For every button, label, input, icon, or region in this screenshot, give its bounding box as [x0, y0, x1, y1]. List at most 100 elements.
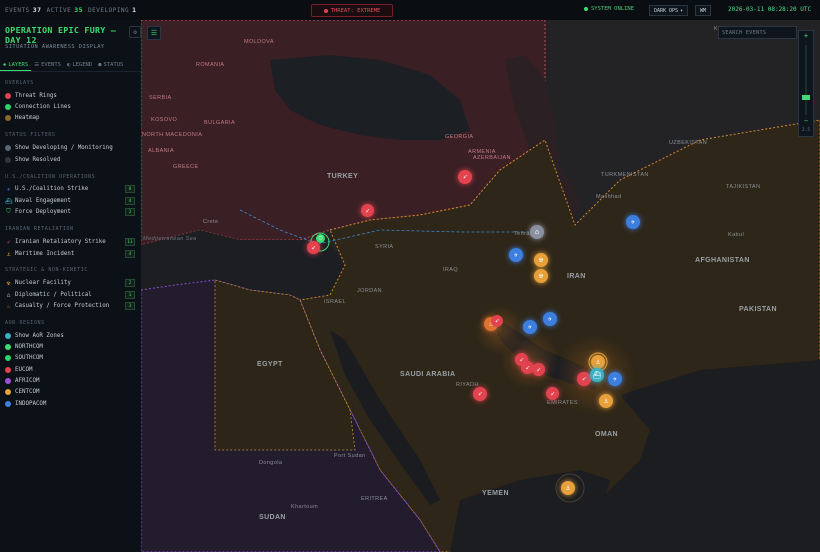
event-marker-nuclear-2[interactable]: ☢ — [534, 269, 548, 283]
plane-icon: ✈ — [612, 375, 618, 383]
aor-centcom[interactable]: CENTCOM — [5, 387, 135, 397]
search-events-input[interactable]: SEARCH EVENTS — [718, 26, 797, 39]
count-badge: 4 — [125, 197, 135, 205]
map-label-moldova: MOLDOVA — [244, 39, 274, 45]
region-dot-icon — [5, 344, 11, 350]
region-dot-icon — [5, 355, 11, 361]
map-label-georgia: GEORGIA — [445, 134, 474, 140]
map-label-serbia: SERBIA — [149, 95, 172, 101]
event-marker-coalition-strike-gulf-1[interactable]: ✈ — [543, 312, 557, 326]
overlay-threat-rings[interactable]: Threat Rings — [5, 91, 135, 101]
info-icon: ● — [98, 62, 102, 68]
event-marker-nuclear-1[interactable]: ☢ — [534, 253, 548, 267]
count-badge: 1 — [125, 291, 135, 299]
event-marker-strike-turkey[interactable]: ➶ — [458, 170, 472, 184]
zoom-out-button[interactable]: − — [799, 117, 813, 125]
map-canvas[interactable]: MOLDOVA ROMANIA SERBIA BULGARIA KOSOVO N… — [141, 20, 820, 552]
layer-maritime-incident[interactable]: ⚓ Maritime Incident 4 — [5, 249, 135, 259]
ship-icon: ⛴ — [5, 197, 13, 205]
event-marker-strike-adana[interactable]: ➶ — [361, 204, 374, 217]
map-menu-button[interactable]: ☰ — [147, 26, 161, 40]
map-label-khartoum: Khartoum — [291, 504, 319, 510]
map-label-pakistan: PAKISTAN — [739, 306, 777, 313]
toggle-dot-icon — [5, 333, 11, 339]
zoom-control[interactable]: + − 2.5 — [798, 30, 814, 137]
event-marker-coalition-strike-iran[interactable]: ✈ — [509, 248, 523, 262]
layer-force-deployment[interactable]: ⛉ Force Deployment 2 — [5, 207, 135, 217]
map-geography — [141, 20, 820, 552]
map-label-port-sudan: Port Sudan — [334, 453, 366, 459]
event-marker-strike-abudhabi[interactable]: ➶ — [546, 387, 559, 400]
event-marker-strike-uae[interactable]: ➶ — [577, 372, 591, 386]
aor-indopacom[interactable]: INDOPACOM — [5, 399, 135, 409]
layer-diplomatic-political[interactable]: ⌂ Diplomatic / Political 1 — [5, 290, 135, 300]
tab-legend[interactable]: ◐ LEGEND — [64, 60, 95, 70]
menu-icon: ☰ — [150, 29, 158, 37]
event-marker-strike-qatar[interactable]: ➶ — [532, 363, 545, 376]
map-label-albania: ALBANIA — [148, 148, 175, 154]
plane-icon: ✈ — [527, 323, 533, 331]
wm-button[interactable]: WM — [695, 5, 711, 16]
iranian-retaliation-heading: IRANIAN RETALIATION — [5, 226, 74, 232]
palette-icon: ◐ — [67, 62, 71, 68]
layer-nuclear-facility[interactable]: ☢ Nuclear Facility 2 — [5, 278, 135, 288]
event-marker-coalition-strike-gulf-2[interactable]: ✈ — [523, 320, 537, 334]
event-marker-coalition-strike-oman[interactable]: ✈ — [608, 372, 622, 386]
event-marker-strike-riyadh[interactable]: ➶ — [473, 387, 487, 401]
toggle-dot-icon — [5, 104, 11, 110]
event-marker-strike-kuwait[interactable]: ➶ — [491, 315, 503, 327]
tab-events[interactable]: ☰ EVENTS — [31, 60, 64, 70]
events-count: 37 — [32, 6, 42, 14]
anchor-icon: ⚓ — [6, 250, 11, 258]
online-dot-icon — [584, 7, 588, 11]
layer-us-coalition-strike[interactable]: ✈ U.S./Coalition Strike 8 — [5, 184, 135, 194]
layer-iranian-retaliatory-strike[interactable]: ➶ Iranian Retaliatory Strike 11 — [5, 237, 135, 247]
radiation-icon: ☢ — [6, 279, 11, 287]
tab-layers[interactable]: ◈ LAYERS — [0, 60, 32, 71]
map-label-bulgaria: BULGARIA — [204, 120, 236, 126]
aor-southcom[interactable]: SOUTHCOM — [5, 353, 135, 363]
zoom-slider-track[interactable] — [805, 45, 807, 115]
map-label-kosovo: KOSOVO — [151, 117, 178, 123]
event-marker-maritime-hormuz[interactable]: ⚓ — [591, 355, 605, 369]
zoom-slider-thumb[interactable] — [802, 95, 810, 100]
event-marker-strike-cyprus[interactable]: ➶ — [307, 241, 320, 254]
region-dot-icon — [5, 389, 11, 395]
map-label-uzbekistan: UZBEKISTAN — [669, 140, 708, 146]
layer-casualty-force-protection[interactable]: ♨ Casualty / Force Protection 3 — [5, 301, 135, 311]
overlay-connection-lines[interactable]: Connection Lines — [5, 102, 135, 112]
aor-africom[interactable]: AFRICOM — [5, 376, 135, 386]
event-marker-coalition-strike-east[interactable]: ✈ — [626, 215, 640, 229]
event-marker-deployment[interactable]: ⛉ — [316, 234, 325, 243]
filter-show-resolved[interactable]: Show Resolved — [5, 155, 135, 165]
zoom-in-button[interactable]: + — [799, 32, 813, 40]
coalition-heading: U.S./COALITION OPERATIONS — [5, 174, 96, 180]
event-marker-naval[interactable]: ⛴ — [590, 368, 604, 382]
building-icon: ⌂ — [534, 228, 540, 236]
map-label-sudan: SUDAN — [259, 514, 286, 521]
operation-subtitle: SITUATION AWARENESS DISPLAY — [5, 44, 105, 50]
filter-show-developing[interactable]: Show Developing / Monitoring — [5, 143, 135, 153]
map-label-turkey: TURKEY — [327, 173, 359, 180]
rocket-icon: ➶ — [6, 238, 11, 246]
tab-status[interactable]: ● STATUS — [95, 60, 126, 70]
overlays-heading: OVERLAYS — [5, 80, 34, 86]
theme-select[interactable]: DARK OPS ▾ — [649, 5, 688, 16]
event-marker-maritime-aden[interactable]: ⚓ — [561, 481, 575, 495]
map-label-iran: IRAN — [567, 273, 586, 280]
toggle-dot-icon — [5, 145, 11, 151]
map-label-israel: ISRAEL — [324, 299, 346, 305]
aor-northcom[interactable]: NORTHCOM — [5, 342, 135, 352]
sidebar-tabs: ◈ LAYERS ☰ EVENTS ◐ LEGEND ● STATUS — [0, 60, 141, 72]
map-label-oman: OMAN — [595, 431, 618, 438]
event-marker-diplomatic[interactable]: ⌂ — [530, 225, 544, 239]
overlay-heatmap[interactable]: Heatmap — [5, 113, 135, 123]
events-stat: EVENTS 37 — [5, 6, 42, 14]
aor-show-zones[interactable]: Show AoR Zones — [5, 331, 135, 341]
zoom-level: 2.5 — [801, 128, 811, 133]
layer-naval-engagement[interactable]: ⛴ Naval Engagement 4 — [5, 196, 135, 206]
aor-eucom[interactable]: EUCOM — [5, 365, 135, 375]
ship-icon: ⛴ — [592, 371, 602, 379]
event-marker-maritime-oman[interactable]: ⚓ — [599, 394, 613, 408]
settings-gear-icon[interactable]: ⚙ — [129, 26, 141, 38]
